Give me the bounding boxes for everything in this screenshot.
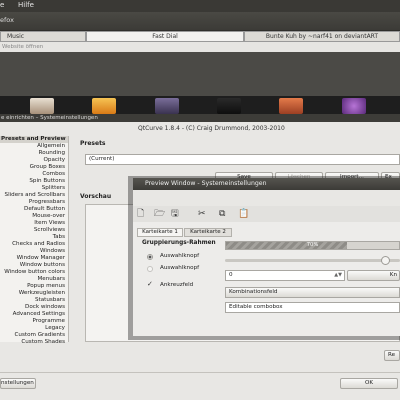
category-item[interactable]: Werkzeugleisten	[19, 290, 65, 297]
radio-button-checked[interactable]	[147, 254, 153, 260]
category-item[interactable]: Opacity	[43, 157, 65, 164]
window-title: efox	[0, 16, 14, 24]
category-item[interactable]: Progressbars	[29, 199, 65, 206]
speed-dial-thumbnail[interactable]	[279, 98, 303, 114]
paste-icon[interactable]: 📋	[238, 208, 249, 220]
group-box-title: Gruppierungs-Rahmen	[142, 240, 216, 246]
combobox-value: Kombinationsfeld	[229, 289, 278, 295]
category-item[interactable]: Windows	[40, 248, 65, 255]
firefox-tab-bar: Music Fast Dial Bunte Kuh by ~narf41 on …	[0, 30, 400, 42]
reset-button[interactable]: Re	[384, 350, 400, 361]
checkbox-label: Ankreuzfeld	[160, 282, 194, 288]
category-item[interactable]: Popup menus	[27, 283, 65, 290]
cut-icon[interactable]: ✂	[198, 208, 206, 220]
radio-label-1: Auswahlknopf	[160, 253, 200, 259]
category-item[interactable]: Programme	[33, 318, 66, 325]
category-item[interactable]: Dock windows	[25, 304, 65, 311]
category-item[interactable]: Custom Gradients	[15, 332, 65, 339]
progress-bar: 70%	[225, 241, 400, 250]
preview-window-menubar	[133, 190, 400, 206]
category-item[interactable]: Default Button	[24, 206, 65, 213]
category-item[interactable]: Advanced Settings	[13, 311, 65, 318]
category-item[interactable]: Item Views	[34, 220, 65, 227]
preview-window-titlebar: Preview Window - Systemeinstellungen	[133, 178, 400, 190]
category-item[interactable]: Splitters	[42, 185, 65, 192]
category-item[interactable]: Spin Buttons	[29, 178, 65, 185]
category-item[interactable]: Rounding	[39, 150, 65, 157]
category-item[interactable]: Window buttons	[20, 262, 65, 269]
defaults-button[interactable]: nstellungen	[0, 378, 36, 389]
category-list[interactable]: Presets and Preview Allgemein Rounding O…	[0, 136, 69, 345]
category-item[interactable]: Statusbars	[35, 297, 65, 304]
new-document-icon[interactable]: 🗋	[137, 208, 144, 220]
presets-label: Presets	[80, 140, 106, 147]
speed-dial-thumbnail[interactable]	[92, 98, 116, 114]
speed-dial-thumbnail[interactable]	[155, 98, 179, 114]
tab-music[interactable]: Music	[0, 31, 86, 42]
spinbox-value: 0	[229, 272, 233, 278]
version-label: QtCurve 1.8.4 - (C) Craig Drummond, 2003…	[138, 125, 285, 132]
ok-button[interactable]: OK	[340, 378, 398, 389]
speed-dial-thumbnail[interactable]	[30, 98, 54, 114]
menu-item-file[interactable]: e	[0, 1, 4, 9]
category-item[interactable]: Window button colors	[4, 269, 65, 276]
category-item[interactable]: Allgemein	[37, 143, 65, 150]
category-item[interactable]: Tabs	[53, 234, 65, 241]
slider-handle[interactable]	[381, 256, 390, 265]
speed-dial-thumbnail[interactable]	[217, 98, 241, 114]
category-item[interactable]: Sliders and Scrollbars	[5, 192, 65, 199]
progress-bar-text: 70%	[306, 242, 319, 248]
preset-combobox-value: (Current)	[89, 156, 115, 162]
category-item[interactable]: Custom Shades	[21, 339, 65, 345]
spinbox[interactable]: 0 ▲▼	[225, 270, 345, 281]
combobox[interactable]: Kombinationsfeld	[225, 287, 400, 298]
url-bar[interactable]: Website öffnen	[0, 42, 400, 52]
category-item[interactable]: Menubars	[37, 276, 65, 283]
tab-karteikarte-1[interactable]: Karteikarte 1	[137, 228, 183, 237]
slider-track[interactable]	[225, 259, 400, 262]
bottom-separator	[0, 372, 400, 373]
category-item[interactable]: Legacy	[45, 325, 65, 332]
category-item[interactable]: Scrollviews	[34, 227, 65, 234]
editable-combobox-value: Editable combobox	[229, 304, 283, 310]
firefox-titlebar: efox	[0, 12, 400, 30]
category-item[interactable]: Checks and Radios	[12, 241, 65, 248]
speed-dial-strip	[0, 96, 400, 116]
radio-label-2: Auswahlknopf	[160, 265, 200, 271]
category-item-selected[interactable]: Presets and Preview	[0, 136, 68, 143]
preset-combobox[interactable]: (Current)	[85, 154, 400, 165]
push-button[interactable]: Kn	[347, 270, 400, 281]
tab-fast-dial[interactable]: Fast Dial	[86, 31, 244, 42]
category-item[interactable]: Mouse-over	[32, 213, 65, 220]
preview-label: Vorschau	[80, 193, 112, 200]
speed-dial-thumbnail[interactable]	[342, 98, 366, 114]
category-item[interactable]: Group Boxes	[30, 164, 65, 171]
open-folder-icon[interactable]: 🗁	[154, 208, 165, 220]
qtcurve-titlebar: e einrichten – Systemeinstellungen	[0, 114, 400, 122]
preview-window-title: Preview Window - Systemeinstellungen	[145, 180, 267, 187]
copy-icon[interactable]: ⧉	[219, 208, 225, 220]
editable-combobox[interactable]: Editable combobox	[225, 302, 400, 313]
radio-button[interactable]	[147, 266, 153, 272]
qtcurve-window-title: e einrichten – Systemeinstellungen	[1, 115, 98, 121]
tab-karteikarte-2[interactable]: Karteikarte 2	[184, 228, 232, 237]
tab-bunte-kuh[interactable]: Bunte Kuh by ~narf41 on deviantART	[244, 31, 400, 42]
url-placeholder: Website öffnen	[2, 44, 44, 50]
spinbox-arrows-icon[interactable]: ▲▼	[334, 271, 342, 280]
category-item[interactable]: Window Manager	[17, 255, 65, 262]
menu-item-help[interactable]: Hilfe	[18, 1, 34, 9]
category-item[interactable]: Combos	[42, 171, 65, 178]
checkbox-checked-icon[interactable]: ✓	[147, 280, 153, 288]
firefox-menubar: e Hilfe	[0, 0, 400, 12]
save-icon[interactable]: 🖫	[171, 208, 179, 220]
